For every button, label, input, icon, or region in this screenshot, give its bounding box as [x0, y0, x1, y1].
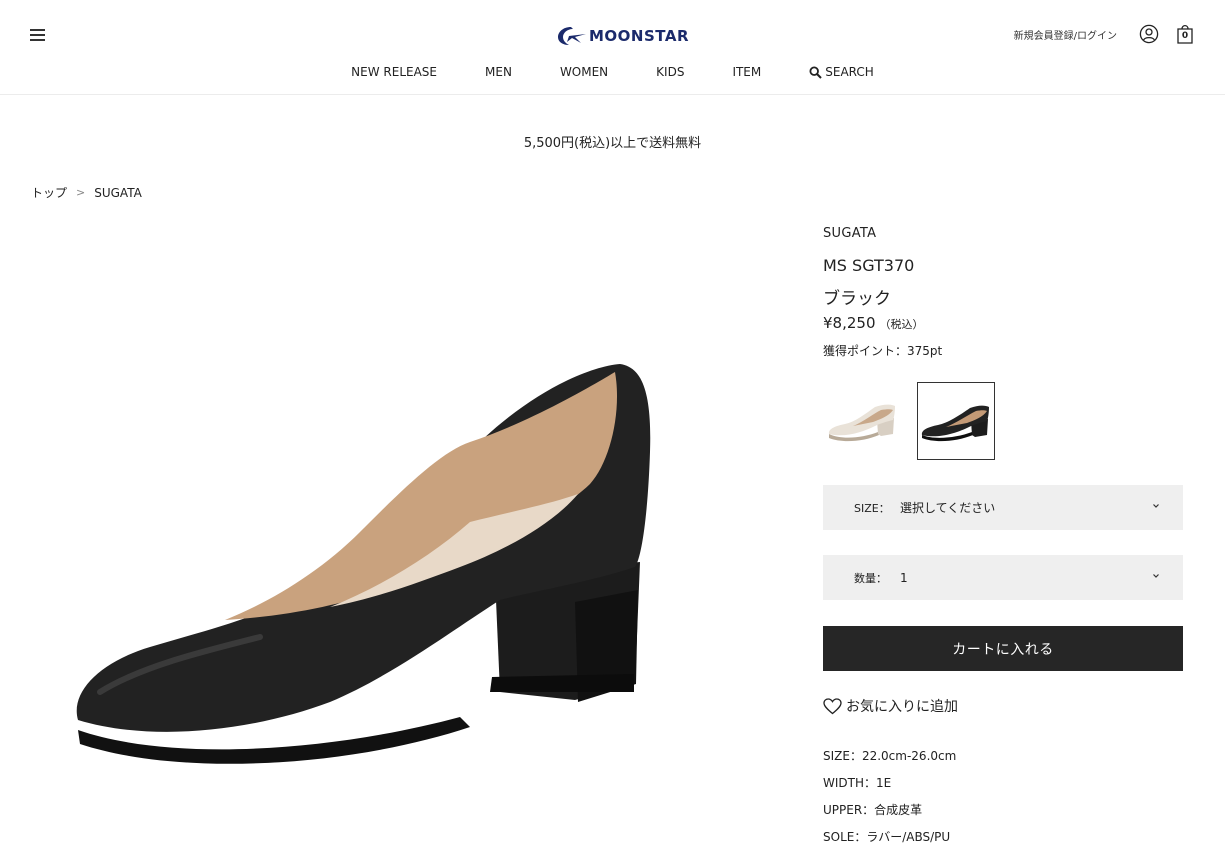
- nav-men[interactable]: MEN: [485, 65, 512, 79]
- site-logo[interactable]: MOONSTAR: [557, 24, 689, 48]
- spec-upper: UPPER：合成皮革: [823, 803, 923, 817]
- main-nav: NEW RELEASE MEN WOMEN KIDS ITEM SEARCH: [0, 65, 1225, 79]
- product-brand[interactable]: SUGATA: [823, 226, 1183, 241]
- moonstar-logo-icon: [558, 27, 586, 45]
- quantity-select-label: 数量：: [854, 571, 887, 585]
- spec-width: WIDTH：1E: [823, 776, 892, 790]
- chevron-down-icon: [1153, 574, 1159, 578]
- breadcrumb-separator: >: [76, 186, 86, 199]
- nav-search[interactable]: SEARCH: [809, 65, 874, 79]
- quantity-select-value: 1: [900, 570, 908, 585]
- site-header: MOONSTAR 新規会員登録/ログイン 0 NEW RELEASE MEN W…: [0, 0, 1225, 95]
- size-select-label: SIZE：: [854, 501, 890, 515]
- swatch-ivory[interactable]: [823, 382, 901, 460]
- product-specs: SIZE：22.0cm-26.0cm WIDTH：1E UPPER：合成皮革 S…: [823, 746, 956, 850]
- breadcrumb: トップ > SUGATA: [31, 184, 142, 201]
- size-select[interactable]: SIZE： 選択してください: [823, 485, 1183, 530]
- spec-size: SIZE：22.0cm-26.0cm: [823, 749, 957, 763]
- chevron-down-icon: [1153, 504, 1159, 508]
- black-pump-image: [76, 364, 651, 764]
- nav-new-release[interactable]: NEW RELEASE: [351, 65, 437, 79]
- size-select-value: 選択してください: [900, 501, 996, 515]
- favorite-label: お気に入りに追加: [846, 699, 958, 715]
- ivory-pump-thumbnail: [828, 404, 895, 442]
- product-info: SUGATA MS SGT370 ブラック ¥8,250 （税込） 獲得ポイント：…: [823, 226, 1183, 844]
- login-link[interactable]: 新規会員登録/ログイン: [1014, 27, 1117, 42]
- menu-icon[interactable]: [30, 28, 45, 42]
- breadcrumb-home[interactable]: トップ: [31, 184, 67, 201]
- quantity-select[interactable]: 数量： 1: [823, 555, 1183, 600]
- breadcrumb-current: SUGATA: [94, 185, 142, 200]
- nav-search-label: SEARCH: [825, 65, 874, 79]
- product-color: ブラック: [823, 289, 891, 309]
- user-icon[interactable]: [1139, 24, 1159, 44]
- logo-text: MOONSTAR: [589, 27, 690, 45]
- product-price: ¥8,250 （税込）: [823, 314, 924, 332]
- price-value: ¥8,250: [823, 314, 876, 332]
- product-model: MS SGT370: [823, 256, 915, 275]
- add-to-cart-button[interactable]: カートに入れる: [823, 626, 1183, 671]
- swatch-black[interactable]: [917, 382, 995, 460]
- add-to-favorites-link[interactable]: お気に入りに追加: [823, 696, 958, 716]
- product-points: 獲得ポイント：375pt: [823, 344, 943, 358]
- price-tax-label: （税込）: [879, 318, 924, 331]
- product-main-image[interactable]: [30, 222, 720, 850]
- black-pump-thumbnail: [921, 405, 989, 442]
- nav-women[interactable]: WOMEN: [560, 65, 608, 79]
- nav-kids[interactable]: KIDS: [656, 65, 684, 79]
- cart-count-badge: 0: [1181, 31, 1189, 41]
- heart-icon: [823, 697, 842, 714]
- shipping-notice: 5,500円(税込)以上で送料無料: [523, 136, 702, 151]
- spec-sole: SOLE：ラバー/ABS/PU: [823, 830, 951, 844]
- nav-item[interactable]: ITEM: [732, 65, 761, 79]
- header-actions: 新規会員登録/ログイン 0: [1014, 22, 1195, 46]
- search-icon: [809, 65, 822, 79]
- cart-icon[interactable]: 0: [1175, 23, 1195, 45]
